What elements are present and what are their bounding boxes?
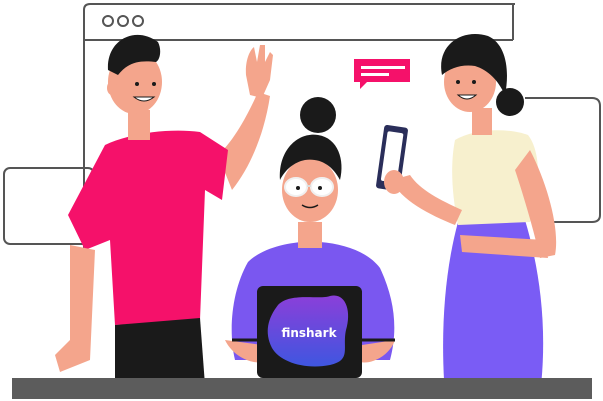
desk bbox=[12, 378, 592, 399]
team-illustration: finshark bbox=[3, 3, 601, 399]
brand-name: finshark bbox=[281, 326, 337, 340]
laptop: finshark bbox=[257, 286, 362, 378]
woman-with-phone bbox=[376, 34, 557, 395]
chat-bubble-icon bbox=[354, 59, 410, 89]
